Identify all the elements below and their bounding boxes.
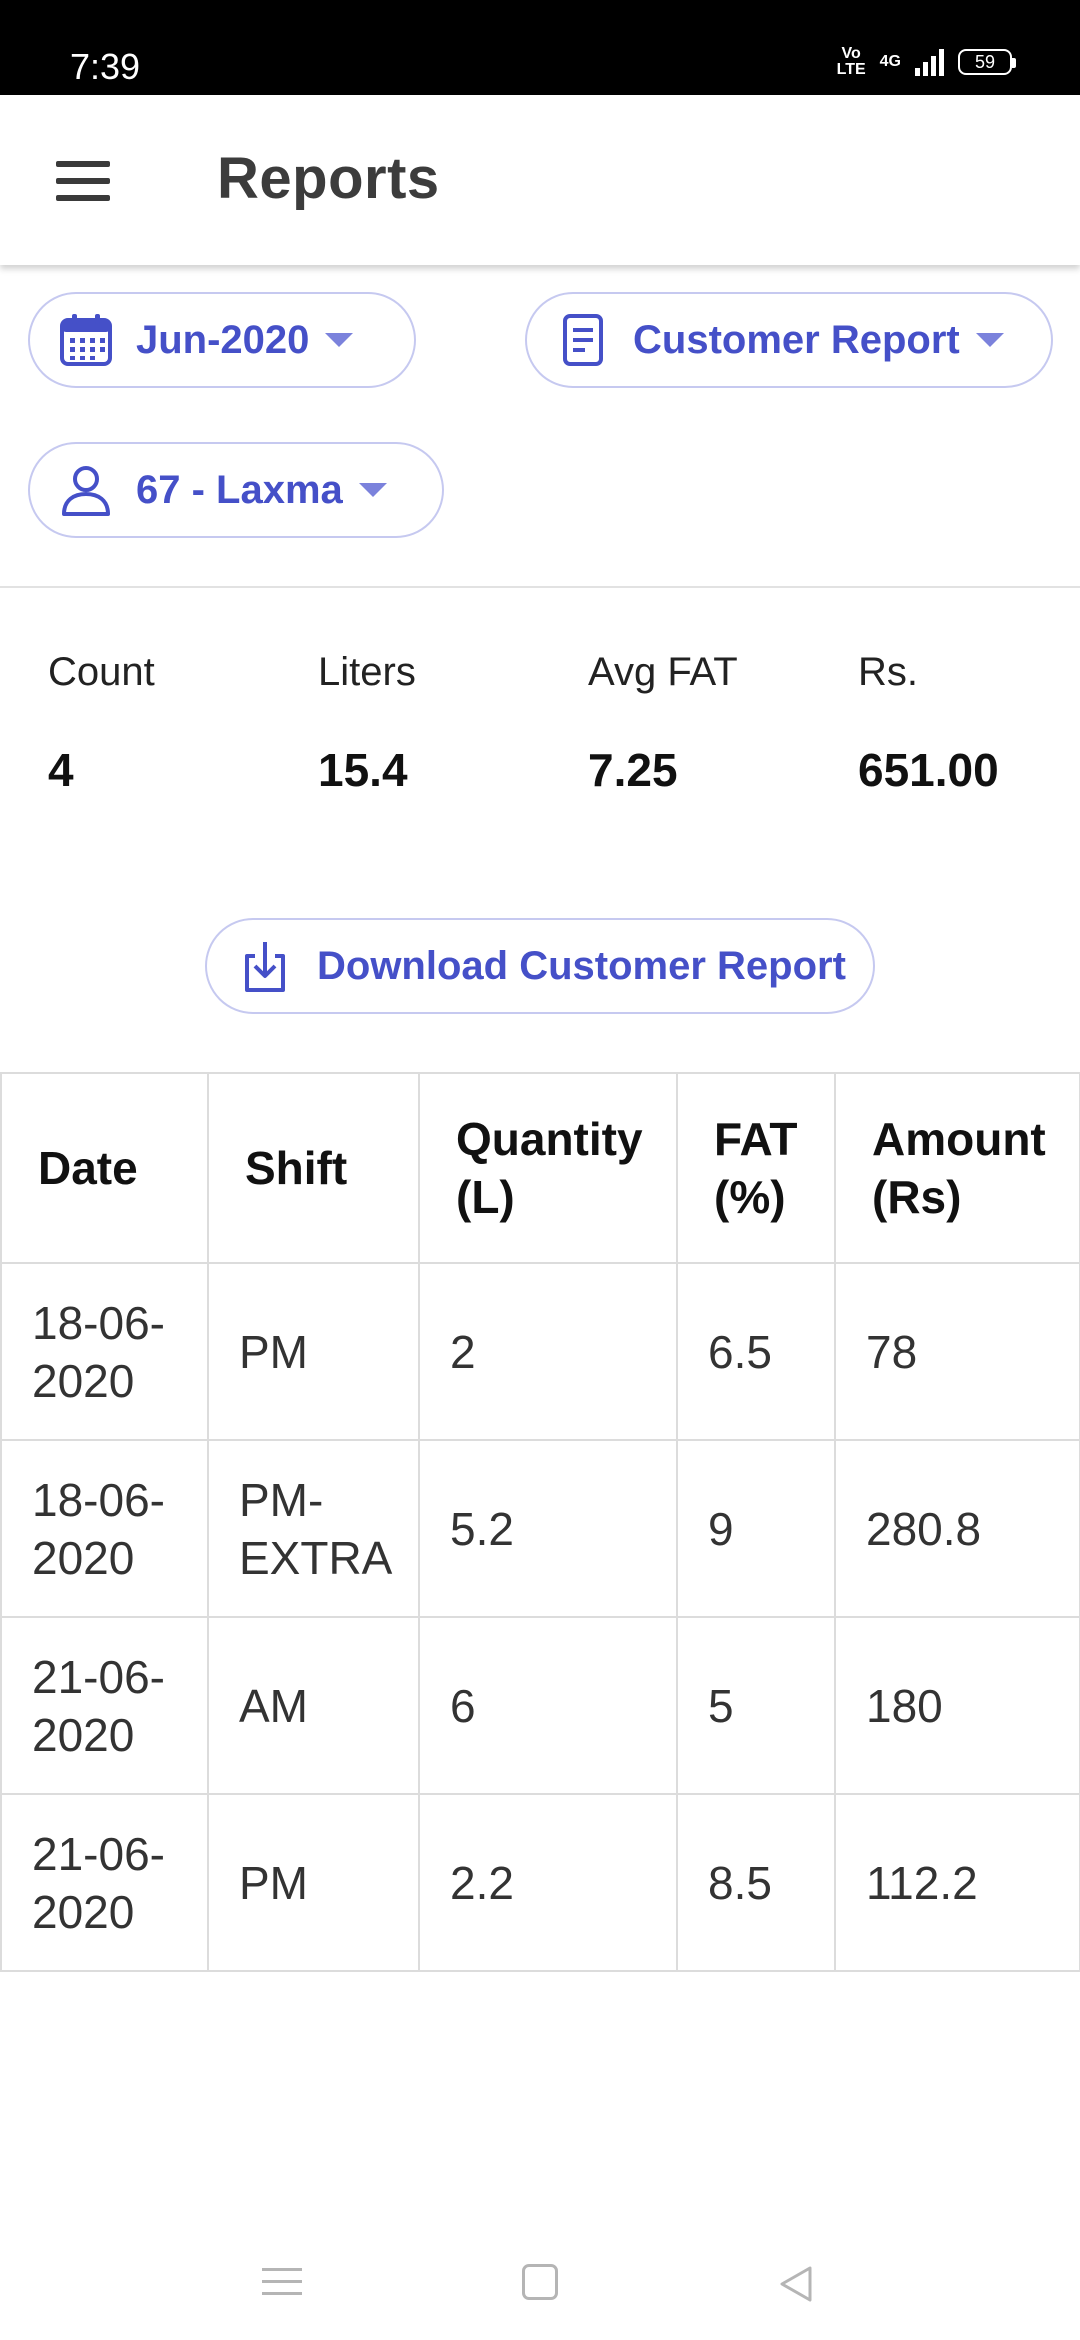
cell-amount: 78 [834,1262,1080,1441]
chevron-down-icon [325,333,354,347]
cell-quantity: 2 [418,1262,678,1441]
home-icon[interactable] [522,2264,558,2300]
month-label: Jun-2020 [136,317,310,362]
cell-fat: 9 [676,1439,836,1618]
download-label: Download Customer Report [317,943,846,988]
summary-value: 15.4 [318,744,408,796]
summary-value: 651.00 [858,744,999,796]
network-type: 4G [879,53,901,70]
cell-date: 21-06-2020 [0,1793,209,1972]
recents-menu-icon[interactable] [262,2264,302,2300]
cell-amount: 112.2 [834,1793,1080,1972]
cell-quantity: 6 [418,1616,678,1795]
app-bar: Reports [0,95,1080,265]
summary-label: Count [48,650,155,694]
report-table: Date Shift Quantity (L) FAT (%) Amount (… [0,1072,1080,1972]
column-header-amount: Amount (Rs) [834,1072,1080,1264]
page-title: Reports [217,146,440,211]
summary-liters: Liters 15.4 [318,650,416,797]
summary-label: Liters [318,650,416,694]
column-header-quantity: Quantity (L) [418,1072,678,1264]
table-row: 18-06-2020 PM-EXTRA 5.2 9 280.8 [0,1439,1080,1618]
cell-quantity: 2.2 [418,1793,678,1972]
column-header-date: Date [0,1072,209,1264]
cell-amount: 280.8 [834,1439,1080,1618]
report-type-selector[interactable]: Customer Report [525,292,1053,388]
summary-label: Rs. [858,650,918,694]
download-icon [245,942,285,992]
battery-icon: 59 [958,49,1016,75]
download-report-button[interactable]: Download Customer Report [205,918,875,1014]
chevron-down-icon [358,483,387,497]
cell-date: 21-06-2020 [0,1616,209,1795]
cell-quantity: 5.2 [418,1439,678,1618]
column-header-fat: FAT (%) [676,1072,836,1264]
signal-icon [915,48,944,76]
chevron-down-icon [975,333,1004,347]
divider [0,586,1080,588]
report-type-label: Customer Report [633,317,960,362]
summary-amount: Rs. 651.00 [858,650,999,797]
column-header-shift: Shift [207,1072,420,1264]
hamburger-menu-icon[interactable] [54,157,114,205]
document-icon [563,314,603,366]
table-row: 21-06-2020 PM 2.2 8.5 112.2 [0,1793,1080,1972]
cell-shift: AM [207,1616,420,1795]
person-icon [62,466,110,516]
cell-shift: PM [207,1262,420,1441]
cell-date: 18-06-2020 [0,1262,209,1441]
cell-fat: 8.5 [676,1793,836,1972]
cell-fat: 6.5 [676,1262,836,1441]
system-nav-bar [0,2220,1080,2340]
volte-icon: Vo LTE [836,45,866,78]
table-row: 18-06-2020 PM 2 6.5 78 [0,1262,1080,1441]
status-time: 7:39 [70,46,141,87]
summary-value: 7.25 [588,744,678,796]
cell-date: 18-06-2020 [0,1439,209,1618]
cell-shift: PM-EXTRA [207,1439,420,1618]
table-header-row: Date Shift Quantity (L) FAT (%) Amount (… [0,1072,1080,1264]
status-bar: 7:39 Vo LTE 4G 59 [0,0,1080,95]
summary-avg-fat: Avg FAT 7.25 [588,650,738,797]
summary-label: Avg FAT [588,650,738,694]
summary-count: Count 4 [48,650,155,797]
cell-shift: PM [207,1793,420,1972]
customer-selector[interactable]: 67 - Laxma [28,442,444,538]
month-selector[interactable]: Jun-2020 [28,292,416,388]
status-icons: Vo LTE 4G 59 [836,45,1016,78]
cell-fat: 5 [676,1616,836,1795]
cell-amount: 180 [834,1616,1080,1795]
back-icon[interactable] [776,2264,816,2304]
customer-label: 67 - Laxma [136,467,343,512]
calendar-icon [60,314,112,366]
summary-value: 4 [48,744,74,796]
table-row: 21-06-2020 AM 6 5 180 [0,1616,1080,1795]
